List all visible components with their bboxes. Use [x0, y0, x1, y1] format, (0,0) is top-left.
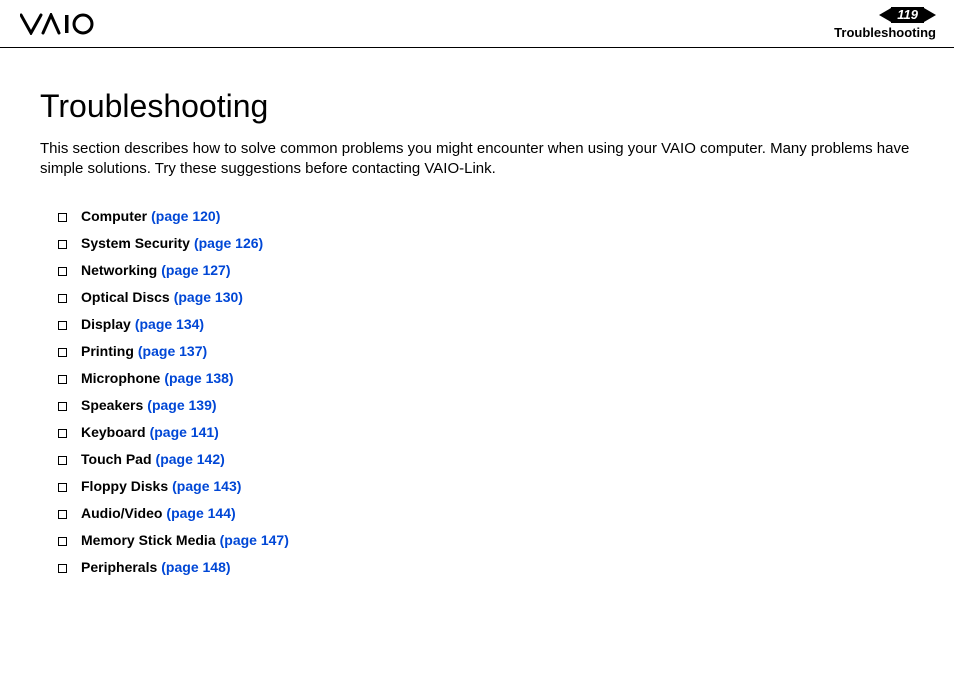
square-bullet-icon — [58, 240, 67, 249]
topic-label: Computer — [81, 208, 147, 224]
topic-label: Memory Stick Media — [81, 532, 216, 548]
prev-page-arrow-icon[interactable] — [879, 8, 891, 22]
topic-item: Networking(page 127) — [58, 262, 914, 278]
topic-list: Computer(page 120)System Security(page 1… — [40, 208, 914, 575]
page-reference-link[interactable]: (page 147) — [220, 532, 289, 548]
header-section-label: Troubleshooting — [834, 25, 936, 40]
page-reference-link[interactable]: (page 142) — [156, 451, 225, 467]
topic-item: Peripherals(page 148) — [58, 559, 914, 575]
next-page-arrow-icon[interactable] — [924, 8, 936, 22]
topic-label: Speakers — [81, 397, 143, 413]
topic-item: Keyboard(page 141) — [58, 424, 914, 440]
topic-text: System Security(page 126) — [81, 235, 263, 251]
page-reference-link[interactable]: (page 141) — [150, 424, 219, 440]
square-bullet-icon — [58, 348, 67, 357]
topic-text: Peripherals(page 148) — [81, 559, 231, 575]
topic-item: Optical Discs(page 130) — [58, 289, 914, 305]
topic-label: Peripherals — [81, 559, 157, 575]
page-header: 119 Troubleshooting — [0, 0, 954, 48]
topic-text: Optical Discs(page 130) — [81, 289, 243, 305]
vaio-logo — [20, 13, 120, 35]
page-number: 119 — [891, 7, 924, 23]
page-title: Troubleshooting — [40, 88, 914, 125]
topic-item: Printing(page 137) — [58, 343, 914, 359]
topic-item: Floppy Disks(page 143) — [58, 478, 914, 494]
square-bullet-icon — [58, 537, 67, 546]
page-reference-link[interactable]: (page 148) — [161, 559, 230, 575]
topic-text: Audio/Video(page 144) — [81, 505, 236, 521]
square-bullet-icon — [58, 483, 67, 492]
topic-item: Memory Stick Media(page 147) — [58, 532, 914, 548]
topic-item: Speakers(page 139) — [58, 397, 914, 413]
topic-item: System Security(page 126) — [58, 235, 914, 251]
page-reference-link[interactable]: (page 130) — [174, 289, 243, 305]
page-reference-link[interactable]: (page 143) — [172, 478, 241, 494]
topic-label: Microphone — [81, 370, 160, 386]
square-bullet-icon — [58, 321, 67, 330]
topic-item: Touch Pad(page 142) — [58, 451, 914, 467]
topic-label: Display — [81, 316, 131, 332]
topic-label: Optical Discs — [81, 289, 170, 305]
square-bullet-icon — [58, 456, 67, 465]
square-bullet-icon — [58, 429, 67, 438]
topic-label: System Security — [81, 235, 190, 251]
topic-text: Memory Stick Media(page 147) — [81, 532, 289, 548]
topic-text: Floppy Disks(page 143) — [81, 478, 241, 494]
page-reference-link[interactable]: (page 127) — [161, 262, 230, 278]
page-navigation: 119 — [834, 7, 936, 23]
page-content: Troubleshooting This section describes h… — [0, 48, 954, 575]
page-reference-link[interactable]: (page 138) — [164, 370, 233, 386]
topic-text: Networking(page 127) — [81, 262, 230, 278]
square-bullet-icon — [58, 510, 67, 519]
square-bullet-icon — [58, 402, 67, 411]
topic-label: Touch Pad — [81, 451, 152, 467]
topic-text: Speakers(page 139) — [81, 397, 217, 413]
topic-text: Microphone(page 138) — [81, 370, 234, 386]
page-reference-link[interactable]: (page 126) — [194, 235, 263, 251]
page-reference-link[interactable]: (page 134) — [135, 316, 204, 332]
topic-label: Audio/Video — [81, 505, 162, 521]
topic-text: Printing(page 137) — [81, 343, 207, 359]
topic-label: Networking — [81, 262, 157, 278]
topic-text: Display(page 134) — [81, 316, 204, 332]
topic-text: Touch Pad(page 142) — [81, 451, 225, 467]
page-reference-link[interactable]: (page 137) — [138, 343, 207, 359]
square-bullet-icon — [58, 564, 67, 573]
topic-item: Microphone(page 138) — [58, 370, 914, 386]
topic-text: Computer(page 120) — [81, 208, 220, 224]
square-bullet-icon — [58, 213, 67, 222]
square-bullet-icon — [58, 294, 67, 303]
topic-label: Floppy Disks — [81, 478, 168, 494]
intro-paragraph: This section describes how to solve comm… — [40, 139, 914, 180]
header-right: 119 Troubleshooting — [834, 7, 936, 40]
page-reference-link[interactable]: (page 120) — [151, 208, 220, 224]
topic-label: Keyboard — [81, 424, 146, 440]
square-bullet-icon — [58, 375, 67, 384]
topic-item: Computer(page 120) — [58, 208, 914, 224]
page-reference-link[interactable]: (page 144) — [166, 505, 235, 521]
topic-item: Audio/Video(page 144) — [58, 505, 914, 521]
square-bullet-icon — [58, 267, 67, 276]
topic-text: Keyboard(page 141) — [81, 424, 219, 440]
page-reference-link[interactable]: (page 139) — [147, 397, 216, 413]
topic-label: Printing — [81, 343, 134, 359]
topic-item: Display(page 134) — [58, 316, 914, 332]
